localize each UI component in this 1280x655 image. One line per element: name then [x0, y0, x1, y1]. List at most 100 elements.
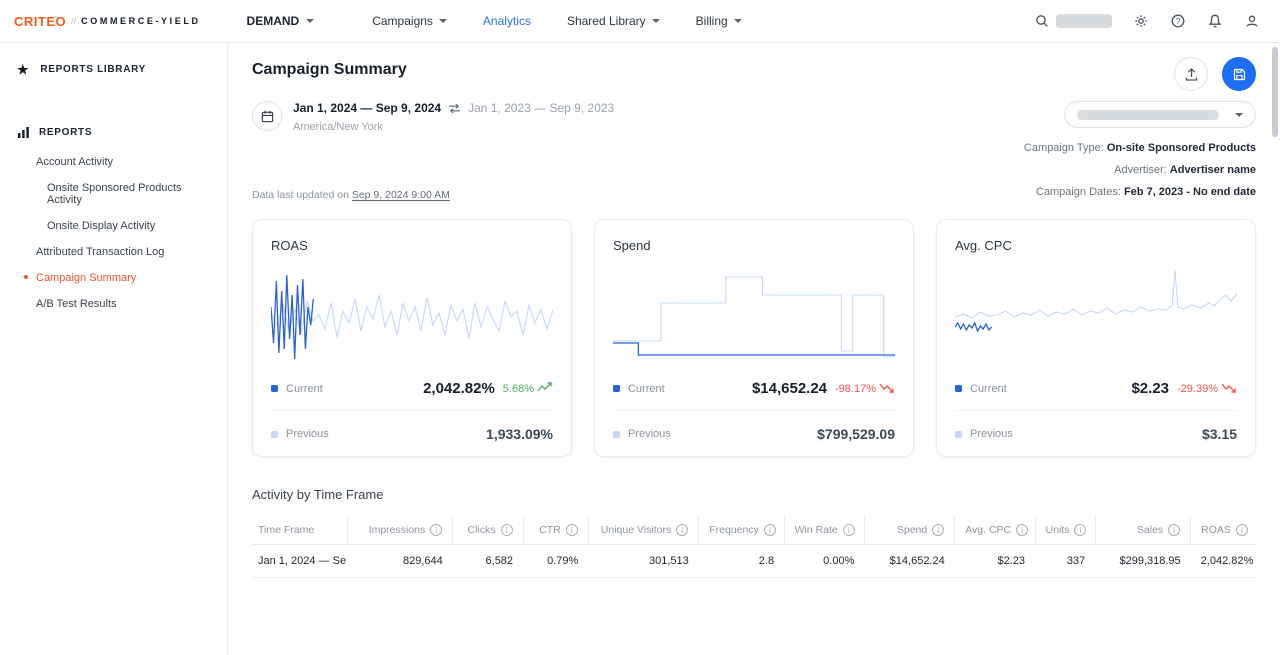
- trend-arrow-icon: [1221, 382, 1237, 396]
- sidebar-item-label: A/B Test Results: [36, 298, 117, 310]
- reports-library-label: REPORTS LIBRARY: [40, 64, 146, 75]
- kpi-delta: -98.17%: [835, 382, 895, 396]
- sidebar-item-account-activity[interactable]: Account Activity: [0, 149, 227, 175]
- active-bullet-icon: [24, 275, 28, 279]
- cell-avg-cpc: $2.23: [955, 545, 1035, 578]
- cell-time-frame: Jan 1, 2024 — Se: [252, 545, 347, 578]
- kpi-title: Spend: [613, 238, 895, 253]
- meta-label: Advertiser:: [1114, 164, 1170, 176]
- nav-item-label: Billing: [696, 14, 728, 28]
- cell-spend: $14,652.24: [864, 545, 954, 578]
- help-icon[interactable]: ?: [1170, 13, 1186, 29]
- last-updated: Data last updated on Sep 9, 2024 9:00 AM: [252, 189, 450, 203]
- column-header-spend[interactable]: Spendi: [864, 516, 954, 545]
- meta-label: Campaign Type:: [1024, 142, 1107, 154]
- meta-value: Advertiser name: [1170, 164, 1256, 176]
- sidebar-item-onsite-display-activity[interactable]: Onsite Display Activity: [0, 213, 227, 239]
- column-label: Time Frame: [258, 524, 314, 536]
- column-header-sales[interactable]: Salesi: [1095, 516, 1190, 545]
- last-updated-prefix: Data last updated on: [252, 189, 349, 201]
- kpi-title: ROAS: [271, 238, 553, 253]
- sidebar-item-label: Onsite Display Activity: [47, 220, 155, 232]
- info-icon[interactable]: i: [1236, 524, 1248, 536]
- context-switcher-demand[interactable]: DEMAND: [247, 14, 315, 28]
- info-icon[interactable]: i: [566, 524, 578, 536]
- previous-legend-label: Previous: [286, 428, 329, 440]
- comparison-date-range: Jan 1, 2023 — Sep 9, 2023: [468, 101, 614, 115]
- cell-roas: 2,042.82%: [1191, 545, 1256, 578]
- timezone-label: America/New York: [293, 121, 614, 133]
- context-switcher-label: DEMAND: [247, 14, 300, 28]
- campaign-meta: Campaign Type: On-site Sponsored Product…: [1024, 137, 1256, 203]
- sidebar-item-label: Attributed Transaction Log: [36, 246, 164, 258]
- nav-item-billing[interactable]: Billing: [696, 14, 742, 28]
- cell-unique-visitors: 301,513: [588, 545, 698, 578]
- kpi-sparkline-chart: [955, 265, 1237, 365]
- previous-swatch: [271, 431, 278, 438]
- gear-icon[interactable]: [1133, 13, 1149, 29]
- kpi-delta-value: -98.17%: [835, 383, 876, 395]
- kpi-current-value: $14,652.24: [752, 380, 827, 397]
- previous-legend: Previous: [271, 428, 329, 440]
- nav-item-campaigns[interactable]: Campaigns: [372, 14, 447, 28]
- info-icon[interactable]: i: [1016, 524, 1028, 536]
- column-header-units[interactable]: Unitsi: [1035, 516, 1095, 545]
- sidebar-item-label: Onsite Sponsored Products Activity: [47, 182, 182, 206]
- kpi-current-value: 2,042.82%: [423, 380, 495, 397]
- export-button[interactable]: [1174, 57, 1208, 91]
- meta-campaign-dates: Campaign Dates: Feb 7, 2023 - No end dat…: [1024, 181, 1256, 203]
- sidebar-item-onsite-sponsored-products-activity[interactable]: Onsite Sponsored Products Activity: [0, 175, 227, 213]
- sidebar-item-label: Account Activity: [36, 156, 113, 168]
- meta-advertiser: Advertiser: Advertiser name: [1024, 159, 1256, 181]
- redacted-search-text: [1056, 14, 1112, 28]
- nav-item-label: Analytics: [483, 14, 531, 28]
- column-label: Clicks: [468, 524, 496, 536]
- scrollbar-thumb[interactable]: [1272, 47, 1278, 137]
- column-header-time-frame: Time Frame: [252, 516, 347, 545]
- column-label: Spend: [897, 524, 927, 536]
- kpi-card-roas: ROAS Current 2,042.82% 5.68% Previous: [252, 219, 572, 457]
- info-icon[interactable]: i: [501, 524, 513, 536]
- info-icon[interactable]: i: [1168, 524, 1180, 536]
- kpi-sparkline-chart: [613, 265, 895, 365]
- sidebar-item-label: Campaign Summary: [36, 272, 136, 284]
- kpi-current-value: $2.23: [1131, 380, 1169, 397]
- kpi-delta-value: -29.39%: [1177, 383, 1218, 395]
- reports-library-link[interactable]: ★ REPORTS LIBRARY: [0, 51, 227, 88]
- bell-icon[interactable]: [1207, 13, 1223, 29]
- column-header-frequency[interactable]: Frequencyi: [699, 516, 784, 545]
- column-header-clicks[interactable]: Clicksi: [453, 516, 523, 545]
- column-label: Units: [1046, 524, 1070, 536]
- current-series-line: [271, 275, 313, 359]
- reports-sidebar: ★ REPORTS LIBRARY REPORTS Account Activi…: [0, 43, 228, 655]
- column-label: Avg. CPC: [965, 524, 1011, 536]
- previous-series-line: [613, 277, 895, 357]
- info-icon[interactable]: i: [1074, 524, 1086, 536]
- nav-item-shared-library[interactable]: Shared Library: [567, 14, 660, 28]
- calendar-icon: [252, 101, 282, 131]
- column-header-roas[interactable]: ROASi: [1191, 516, 1256, 545]
- current-date-range: Jan 1, 2024 — Sep 9, 2024: [293, 101, 441, 115]
- sidebar-item-a-b-test-results[interactable]: A/B Test Results: [0, 291, 227, 317]
- date-range-picker[interactable]: Jan 1, 2024 — Sep 9, 2024 Jan 1, 2023 — …: [252, 101, 614, 133]
- column-header-win-rate[interactable]: Win Ratei: [784, 516, 864, 545]
- info-icon[interactable]: i: [676, 524, 688, 536]
- campaign-select[interactable]: [1064, 101, 1256, 128]
- criteo-logo[interactable]: CRITEO // COMMERCE-YIELD: [14, 14, 201, 29]
- info-icon[interactable]: i: [843, 524, 855, 536]
- account-icon[interactable]: [1244, 13, 1260, 29]
- info-icon[interactable]: i: [764, 524, 776, 536]
- sidebar-item-attributed-transaction-log[interactable]: Attributed Transaction Log: [0, 239, 227, 265]
- info-icon[interactable]: i: [932, 524, 944, 536]
- nav-item-analytics[interactable]: Analytics: [483, 14, 531, 28]
- navbar-utilities: ?: [1034, 13, 1260, 29]
- column-header-ctr[interactable]: CTRi: [523, 516, 588, 545]
- reports-section-label: REPORTS: [39, 127, 92, 138]
- column-header-impressions[interactable]: Impressionsi: [347, 516, 452, 545]
- info-icon[interactable]: i: [430, 524, 442, 536]
- column-header-avg-cpc[interactable]: Avg. CPC i: [955, 516, 1035, 545]
- sidebar-item-campaign-summary[interactable]: Campaign Summary: [0, 265, 227, 291]
- column-header-unique-visitors[interactable]: Unique Visitorsi: [588, 516, 698, 545]
- search-icon[interactable]: [1034, 13, 1050, 29]
- save-report-button[interactable]: [1222, 57, 1256, 91]
